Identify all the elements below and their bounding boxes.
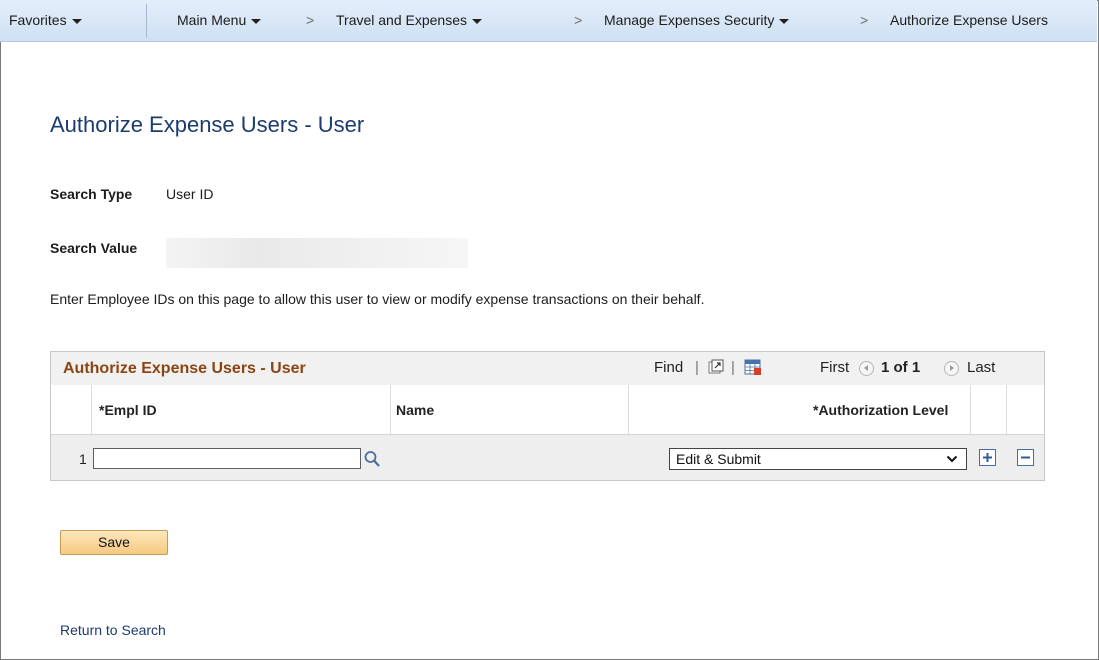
search-value-redacted	[166, 238, 468, 268]
breadcrumb-divider	[146, 4, 147, 38]
grid-title: Authorize Expense Users - User	[63, 360, 306, 377]
column-name: Name	[396, 402, 435, 418]
chevron-right-icon: >	[306, 12, 315, 28]
breadcrumb: Favorites Main Menu > Travel and Expense…	[0, 0, 1097, 42]
lookup-search-icon[interactable]	[363, 449, 381, 469]
search-value-label: Search Value	[50, 240, 138, 256]
breadcrumb-travel-expenses[interactable]: Travel and Expenses	[336, 12, 482, 28]
view-all-icon[interactable]	[707, 358, 725, 376]
column-divider	[1006, 385, 1007, 434]
favorites-menu[interactable]: Favorites	[9, 12, 82, 28]
authorization-level-value: Edit & Submit	[676, 451, 761, 467]
table-row: 1 Edit & Submit	[51, 435, 1044, 480]
chevron-right-icon: >	[860, 12, 869, 28]
column-divider	[628, 385, 629, 434]
caret-down-icon	[71, 18, 82, 24]
download-spreadsheet-icon[interactable]	[744, 358, 762, 376]
search-type-label: Search Type	[50, 186, 133, 202]
breadcrumb-current[interactable]: Authorize Expense Users	[890, 12, 1048, 28]
column-header-row: *Empl ID Name *Authorization Level	[51, 385, 1044, 435]
column-divider	[390, 385, 391, 434]
pager-text: 1 of 1	[881, 359, 921, 376]
minus-icon	[1021, 456, 1030, 459]
row-number: 1	[79, 451, 87, 467]
save-button[interactable]: Save	[60, 530, 168, 555]
travel-label: Travel and Expenses	[336, 12, 467, 28]
caret-down-icon	[472, 18, 482, 24]
manage-security-label: Manage Expenses Security	[604, 12, 775, 28]
first-label: First	[820, 359, 850, 376]
authorize-users-grid: Authorize Expense Users - User Find | | …	[50, 351, 1045, 481]
page-title: Authorize Expense Users - User	[50, 112, 365, 137]
previous-row-icon[interactable]	[859, 361, 874, 376]
main-menu-label: Main Menu	[177, 12, 247, 28]
delete-row-button[interactable]	[1017, 449, 1034, 466]
current-page-label: Authorize Expense Users	[890, 12, 1048, 28]
favorites-label: Favorites	[9, 12, 67, 28]
add-row-button[interactable]	[979, 449, 996, 466]
column-divider	[970, 385, 971, 434]
return-to-search-link[interactable]: Return to Search	[60, 622, 166, 638]
column-empl-id: *Empl ID	[99, 402, 157, 418]
column-authorization-level: *Authorization Level	[813, 402, 949, 418]
column-divider	[91, 385, 92, 434]
separator: |	[695, 359, 699, 376]
search-type-value: User ID	[166, 186, 214, 202]
main-menu[interactable]: Main Menu	[177, 12, 262, 28]
last-label: Last	[967, 359, 996, 376]
caret-down-icon	[251, 18, 262, 24]
empl-id-input[interactable]	[93, 448, 361, 469]
plus-icon	[983, 453, 992, 462]
page-frame	[0, 0, 1099, 660]
instructions-text: Enter Employee IDs on this page to allow…	[50, 291, 705, 307]
next-row-icon[interactable]	[944, 361, 959, 376]
chevron-down-icon	[946, 455, 958, 463]
find-link[interactable]: Find	[654, 359, 683, 376]
caret-down-icon	[779, 18, 790, 24]
chevron-right-icon: >	[574, 12, 583, 28]
authorization-level-select[interactable]: Edit & Submit	[669, 448, 967, 470]
separator: |	[731, 359, 735, 376]
breadcrumb-manage-security[interactable]: Manage Expenses Security	[604, 12, 790, 28]
grid-header: Authorize Expense Users - User Find | | …	[51, 352, 1044, 386]
